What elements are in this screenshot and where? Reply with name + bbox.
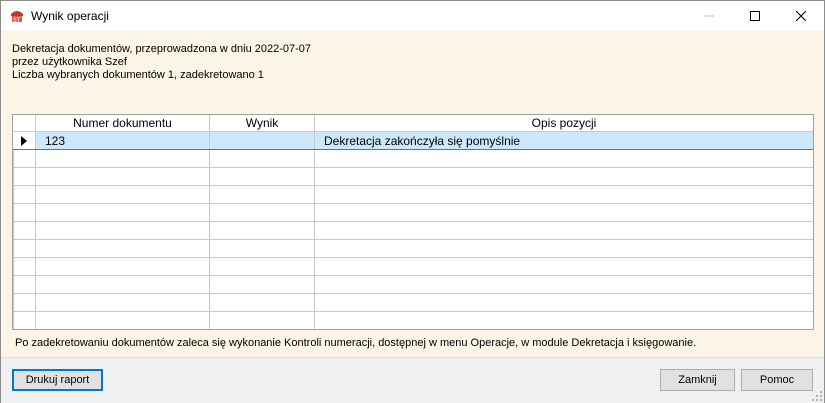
result-dialog: ST Wynik operacji Dekretacja dokumentów,… — [0, 0, 825, 403]
results-grid[interactable]: Numer dokumentu Wynik Opis pozycji 123 D… — [12, 114, 814, 330]
empty-row — [13, 221, 813, 240]
operation-summary: Dekretacja dokumentów, przeprowadzona w … — [12, 43, 311, 82]
close-window-button[interactable] — [778, 1, 824, 31]
maximize-icon — [750, 11, 760, 21]
close-icon — [796, 11, 806, 21]
empty-row — [13, 185, 813, 204]
table-row[interactable]: 123 Dekretacja zakończyła się pomyślnie — [13, 131, 813, 150]
title-bar[interactable]: ST Wynik operacji — [1, 1, 824, 31]
app-logo-icon: ST — [11, 11, 23, 24]
empty-row — [13, 167, 813, 186]
cell-wynik[interactable] — [209, 131, 315, 150]
empty-row — [13, 311, 813, 329]
minimize-icon — [704, 15, 714, 17]
row-indicator-header — [13, 115, 36, 132]
empty-row — [13, 239, 813, 258]
maximize-button[interactable] — [732, 1, 778, 31]
print-report-button[interactable]: Drukuj raport — [12, 369, 103, 391]
column-header-numer[interactable]: Numer dokumentu — [35, 115, 210, 132]
empty-row — [13, 257, 813, 276]
column-header-opis[interactable]: Opis pozycji — [314, 115, 813, 132]
empty-row — [13, 149, 813, 168]
empty-row — [13, 275, 813, 294]
minimize-button[interactable] — [686, 1, 732, 31]
svg-text:ST: ST — [13, 17, 21, 24]
cell-numer[interactable]: 123 — [35, 131, 210, 150]
summary-user-line: przez użytkownika Szef — [12, 56, 127, 68]
empty-row — [13, 203, 813, 222]
grid-header: Numer dokumentu Wynik Opis pozycji — [13, 115, 813, 132]
current-row-arrow-icon — [20, 135, 27, 146]
summary-count-line: Liczba wybranych dokumentów 1, zadekreto… — [12, 69, 264, 81]
recommendation-text: Po zadekretowaniu dokumentów zaleca się … — [15, 337, 697, 349]
resize-grip-icon[interactable] — [812, 391, 822, 401]
column-header-wynik[interactable]: Wynik — [209, 115, 315, 132]
summary-date-line: Dekretacja dokumentów, przeprowadzona w … — [12, 43, 312, 55]
close-button[interactable]: Zamknij — [660, 369, 735, 391]
window-title: Wynik operacji — [31, 9, 109, 23]
button-bar: Drukuj raport Zamknij Pomoc — [1, 357, 824, 403]
empty-row — [13, 293, 813, 312]
cell-opis[interactable]: Dekretacja zakończyła się pomyślnie — [314, 131, 813, 150]
help-button[interactable]: Pomoc — [741, 369, 813, 391]
row-indicator — [13, 131, 36, 150]
